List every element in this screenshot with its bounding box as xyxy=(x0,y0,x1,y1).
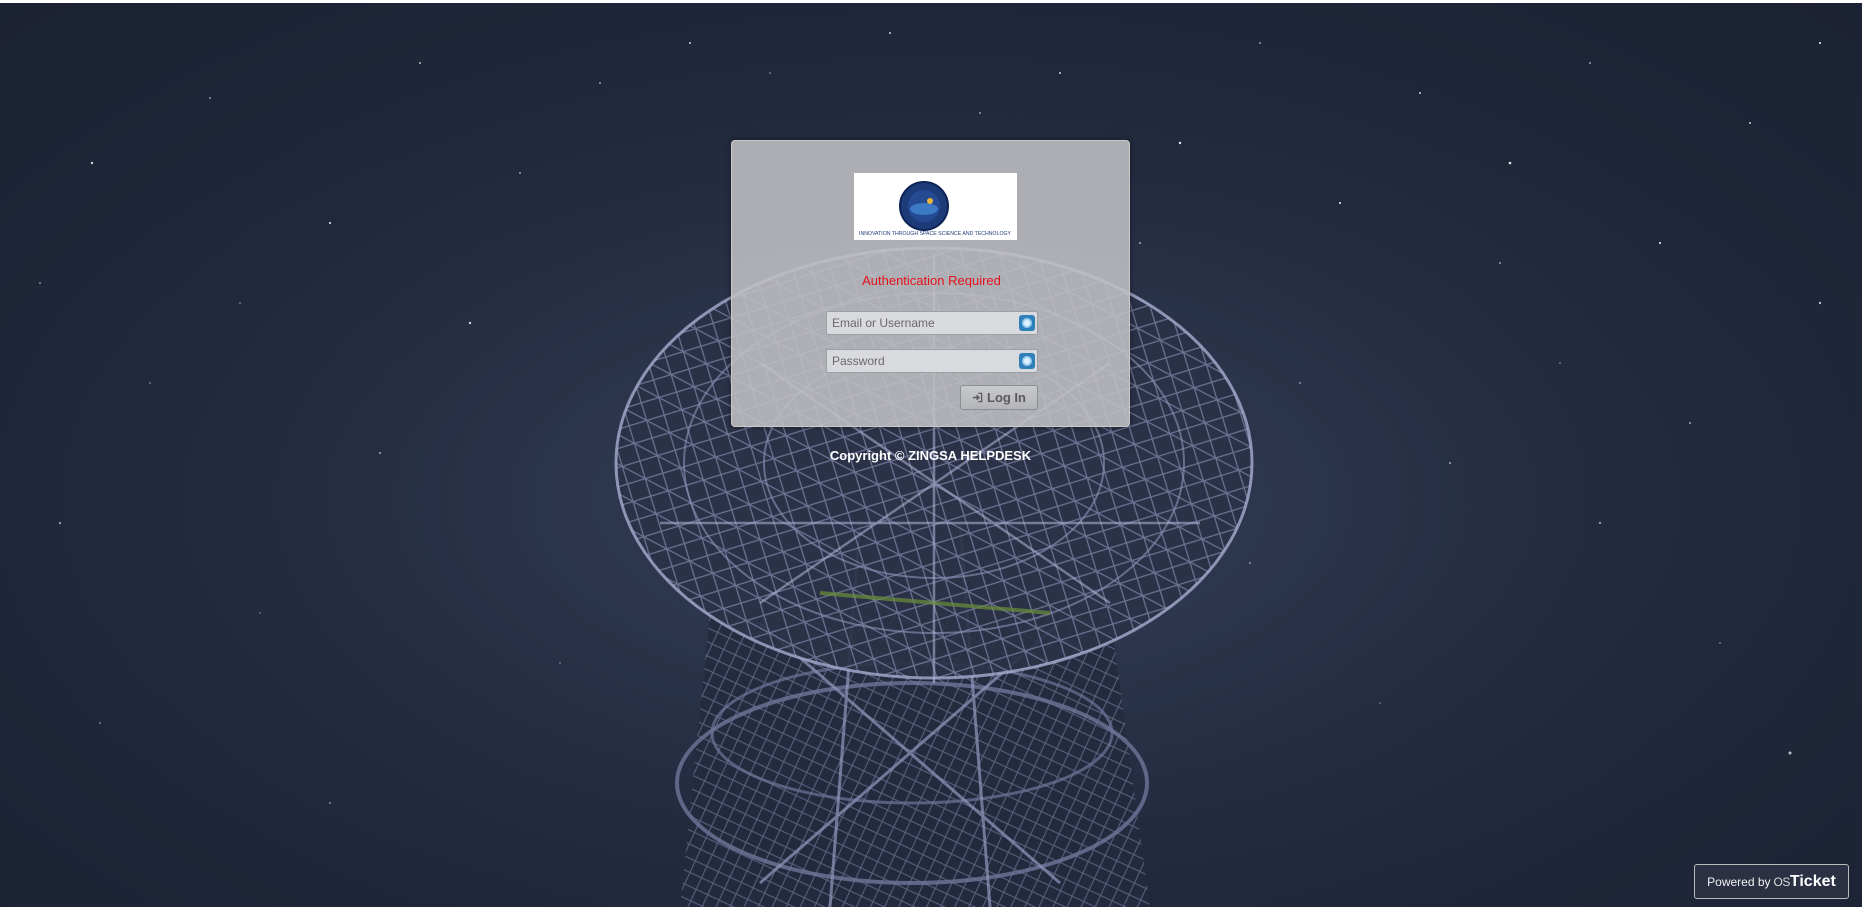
auth-required-message: Authentication Required xyxy=(862,273,1001,288)
user-icon xyxy=(1019,315,1035,331)
powered-by-label: Powered by xyxy=(1707,874,1771,889)
lock-icon xyxy=(1019,353,1035,369)
login-box: INNOVATION THROUGH SPACE SCIENCE AND TEC… xyxy=(731,140,1130,427)
sign-in-icon xyxy=(972,392,983,403)
password-input[interactable] xyxy=(827,350,1018,372)
username-input[interactable] xyxy=(827,312,1018,334)
osticket-logo-ticket: Ticket xyxy=(1789,872,1836,890)
osticket-logo-os: OS xyxy=(1773,874,1791,889)
svg-text:INNOVATION THROUGH SPACE SCIEN: INNOVATION THROUGH SPACE SCIENCE AND TEC… xyxy=(859,231,1012,237)
username-field xyxy=(826,311,1038,335)
copyright-text: Copyright © ZINGSA HELPDESK xyxy=(829,448,1032,463)
login-button[interactable]: Log In xyxy=(960,385,1038,410)
login-button-label: Log In xyxy=(987,390,1026,405)
company-logo: INNOVATION THROUGH SPACE SCIENCE AND TEC… xyxy=(854,173,1017,240)
powered-by-badge[interactable]: Powered by OS Ticket xyxy=(1694,864,1849,899)
password-field xyxy=(826,349,1038,373)
login-page: INNOVATION THROUGH SPACE SCIENCE AND TEC… xyxy=(0,0,1862,907)
